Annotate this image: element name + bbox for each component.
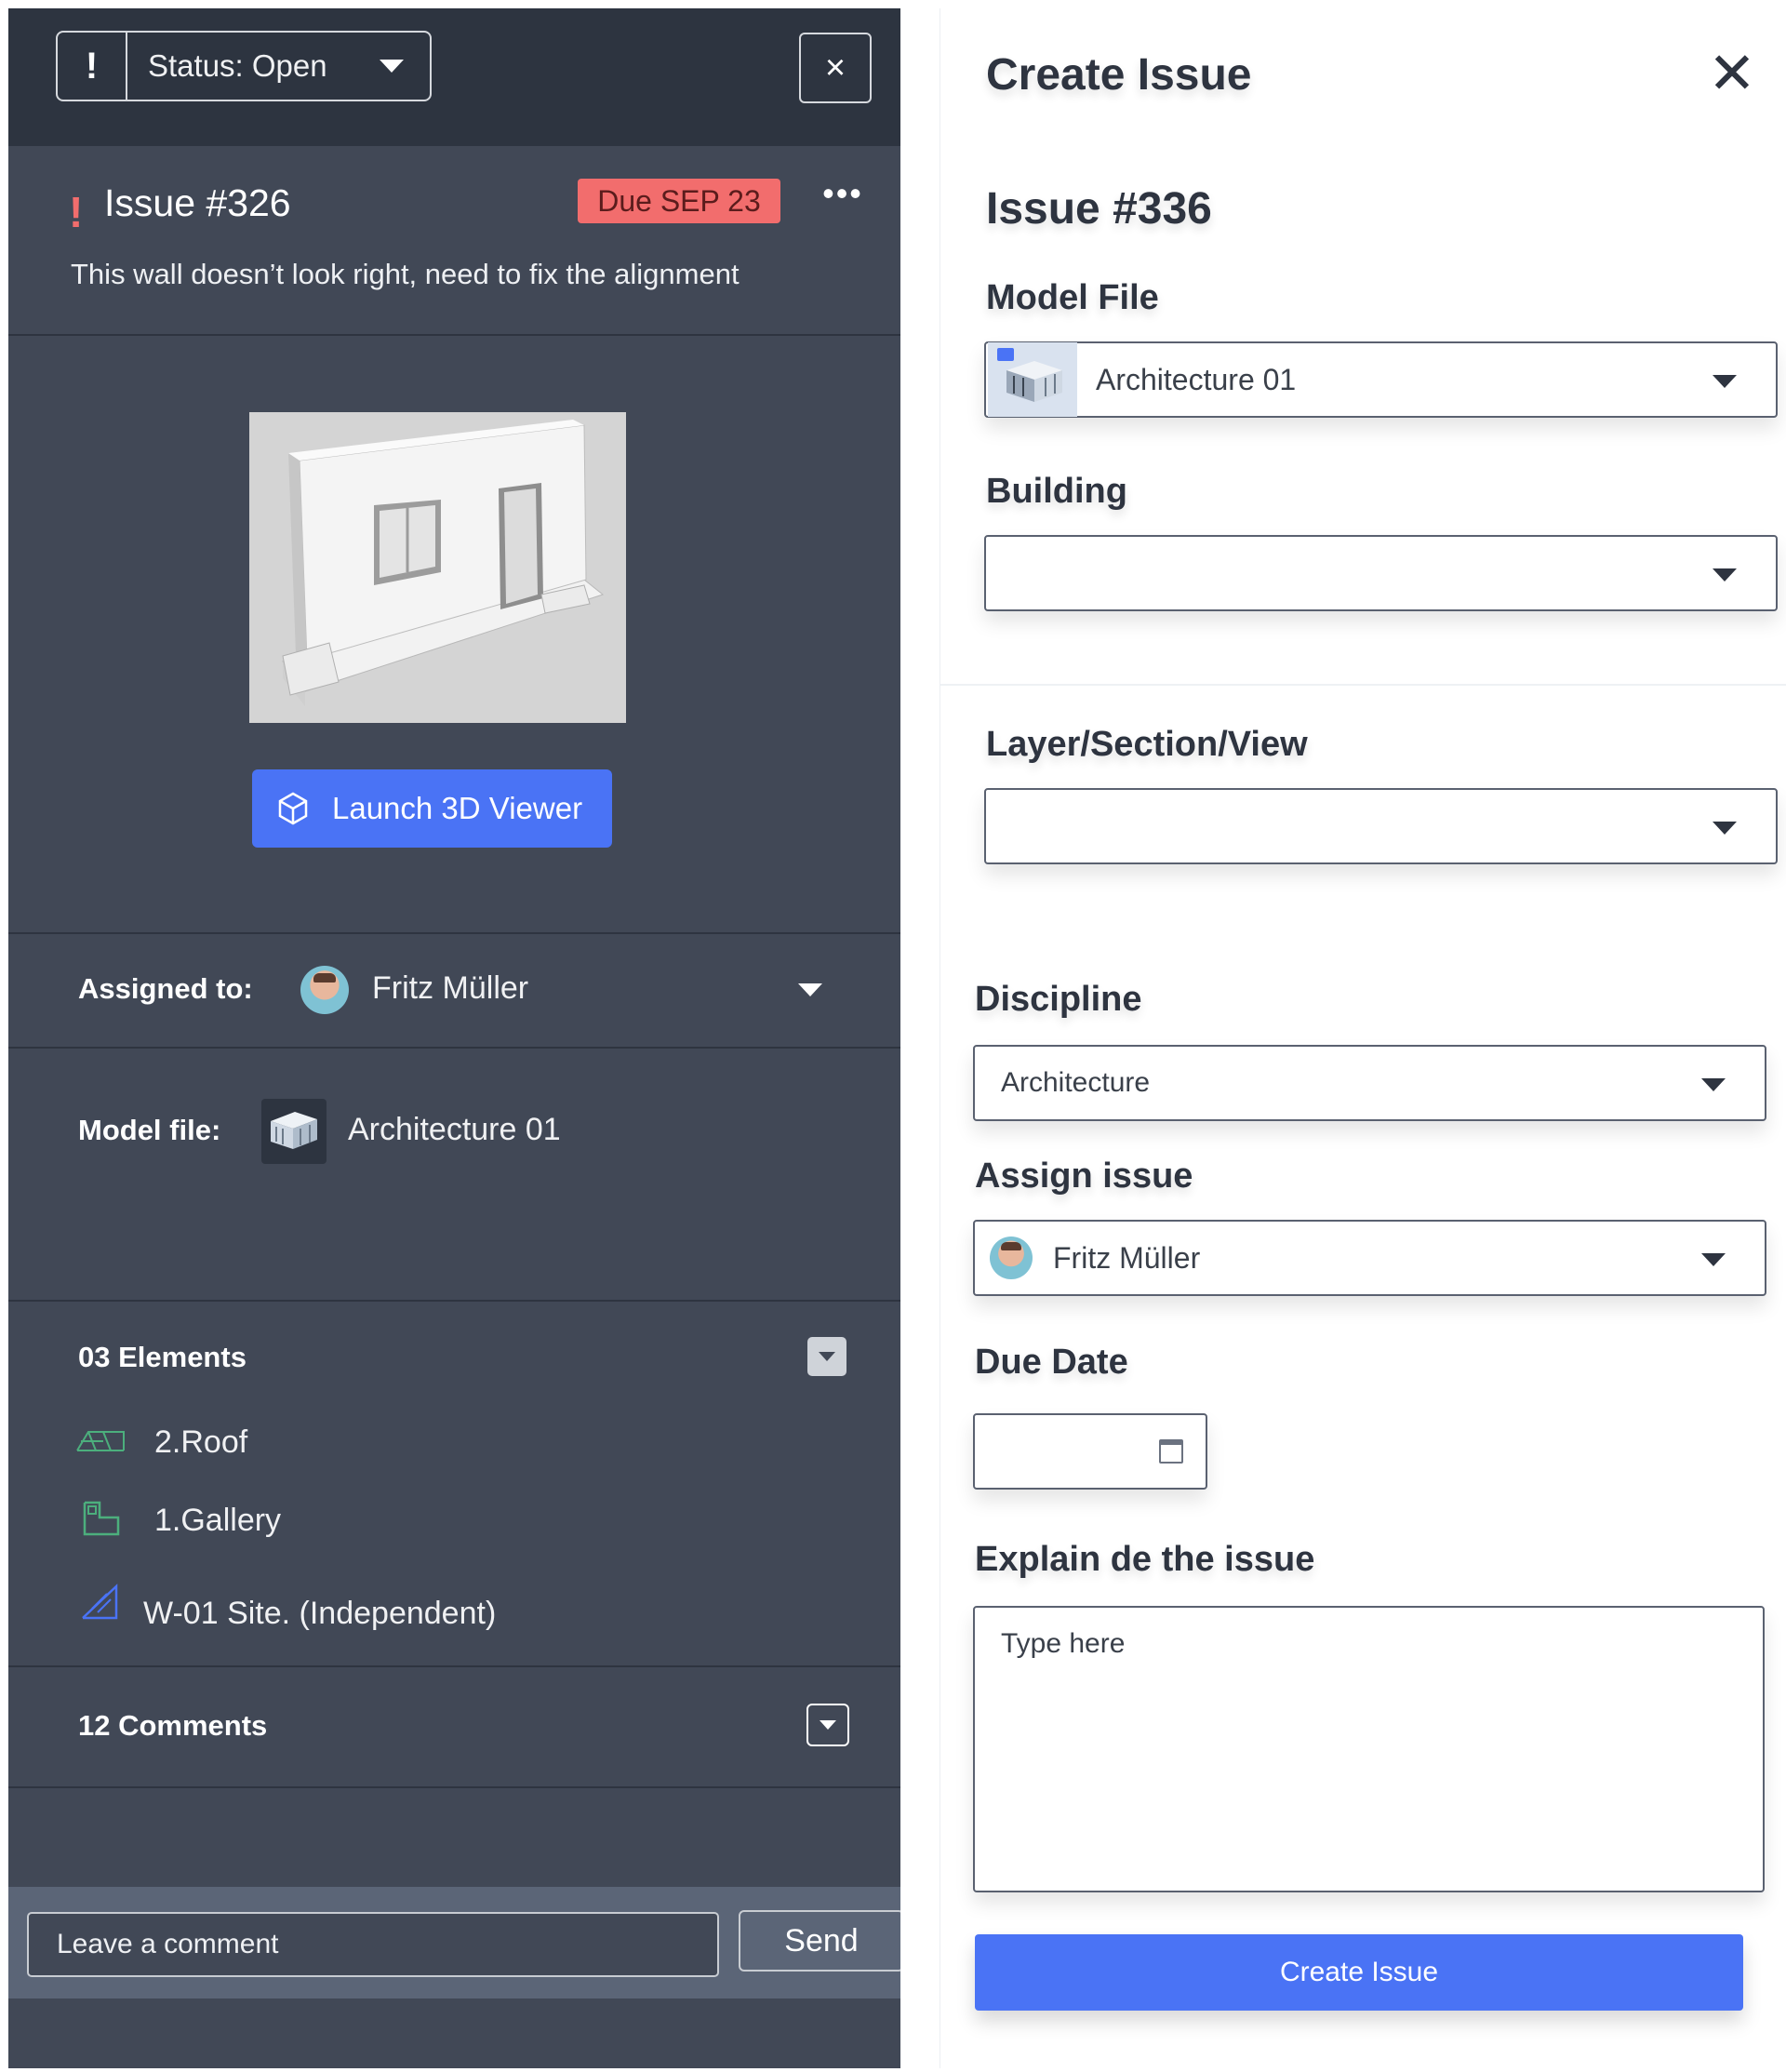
discipline-value: Architecture bbox=[1001, 1067, 1151, 1098]
comments-toggle-button[interactable] bbox=[806, 1704, 849, 1746]
discipline-label: Discipline bbox=[975, 980, 1142, 1019]
assignee-value: Fritz Müller bbox=[1053, 1240, 1201, 1275]
elements-toggle-button[interactable] bbox=[807, 1337, 846, 1376]
model-file-label: Model File bbox=[986, 278, 1159, 317]
comment-bar: Send bbox=[8, 1887, 900, 1998]
due-date-input[interactable] bbox=[973, 1413, 1207, 1490]
alert-icon: ! bbox=[69, 188, 84, 236]
layer-select[interactable] bbox=[984, 788, 1778, 864]
avatar bbox=[990, 1237, 1033, 1279]
issue-description-textarea[interactable] bbox=[973, 1606, 1765, 1892]
element-item-site[interactable]: W-01 Site. (Independent) bbox=[143, 1596, 496, 1632]
alert-icon: ! bbox=[58, 33, 127, 100]
chevron-down-icon bbox=[1713, 375, 1737, 388]
chevron-down-icon bbox=[380, 60, 404, 73]
status-dropdown[interactable]: ! Status: Open bbox=[56, 31, 432, 101]
building-model-icon bbox=[261, 1099, 327, 1164]
divider bbox=[8, 1047, 900, 1049]
chevron-down-icon bbox=[1701, 1078, 1726, 1091]
chevron-down-icon bbox=[1701, 1253, 1726, 1266]
assigned-label: Assigned to: bbox=[78, 972, 253, 1005]
elements-header: 03 Elements bbox=[78, 1341, 247, 1373]
issue-number: Issue #336 bbox=[986, 184, 1212, 234]
app-root: ! Status: Open × ! Issue #326 Due SEP 23… bbox=[0, 0, 1786, 2072]
assignee-dropdown-chevron-icon[interactable] bbox=[798, 983, 822, 996]
model-preview-image bbox=[249, 412, 626, 723]
divider bbox=[8, 1786, 900, 1788]
issue-description: This wall doesn’t look right, need to fi… bbox=[71, 258, 740, 290]
divider bbox=[8, 1300, 900, 1302]
building-select[interactable] bbox=[984, 535, 1778, 611]
roof-icon bbox=[76, 1431, 125, 1451]
divider bbox=[940, 684, 1786, 686]
building-label: Building bbox=[986, 472, 1127, 511]
due-date-label: Due Date bbox=[975, 1343, 1128, 1382]
assign-issue-label: Assign issue bbox=[975, 1156, 1193, 1196]
cube-icon bbox=[278, 792, 308, 825]
issue-detail-panel: ! Status: Open × ! Issue #326 Due SEP 23… bbox=[8, 8, 900, 2068]
model-file-select[interactable]: Architecture 01 bbox=[984, 341, 1778, 418]
divider bbox=[8, 932, 900, 934]
issue-title: Issue #326 bbox=[104, 181, 291, 224]
discipline-select[interactable]: Architecture bbox=[973, 1045, 1766, 1121]
site-icon bbox=[82, 1584, 118, 1620]
chevron-down-icon bbox=[1713, 822, 1737, 835]
panel-title: Create Issue bbox=[986, 50, 1252, 100]
issue-toolbar: ! Status: Open × bbox=[8, 8, 900, 146]
avatar bbox=[300, 966, 349, 1014]
calendar-icon[interactable] bbox=[1159, 1439, 1183, 1464]
explain-label: Explain de the issue bbox=[975, 1540, 1315, 1579]
model-file-name: Architecture 01 bbox=[348, 1112, 561, 1147]
close-button[interactable]: × bbox=[799, 33, 872, 103]
create-issue-button[interactable]: Create Issue bbox=[975, 1934, 1743, 2011]
model-file-value: Architecture 01 bbox=[1096, 362, 1297, 396]
divider bbox=[8, 334, 900, 336]
element-item-gallery[interactable]: 1.Gallery bbox=[154, 1503, 281, 1539]
divider bbox=[8, 1665, 900, 1667]
building-model-icon bbox=[988, 342, 1077, 417]
more-options-icon[interactable]: ••• bbox=[820, 174, 866, 212]
chevron-down-icon bbox=[820, 1720, 836, 1730]
assign-issue-select[interactable]: Fritz Müller bbox=[973, 1220, 1766, 1296]
launch-button-label: Launch 3D Viewer bbox=[332, 791, 583, 825]
launch-3d-viewer-button[interactable]: Launch 3D Viewer bbox=[252, 769, 612, 848]
layer-label: Layer/Section/View bbox=[986, 725, 1308, 764]
comments-header: 12 Comments bbox=[78, 1709, 268, 1742]
due-date-badge: Due SEP 23 bbox=[578, 179, 780, 223]
model-file-label: Model file: bbox=[78, 1114, 221, 1146]
comment-input[interactable] bbox=[27, 1912, 719, 1977]
chevron-down-icon bbox=[819, 1352, 835, 1361]
chevron-down-icon bbox=[1713, 568, 1737, 581]
floor-plan-icon bbox=[83, 1501, 120, 1536]
create-issue-panel: Create Issue ✕ Issue #336 Model File Arc… bbox=[940, 8, 1786, 2068]
element-item-roof[interactable]: 2.Roof bbox=[154, 1424, 247, 1461]
send-button[interactable]: Send bbox=[739, 1910, 900, 1972]
status-label: Status: Open bbox=[148, 48, 327, 83]
close-icon[interactable]: ✕ bbox=[1708, 46, 1756, 103]
assignee-name: Fritz Müller bbox=[372, 970, 529, 1006]
